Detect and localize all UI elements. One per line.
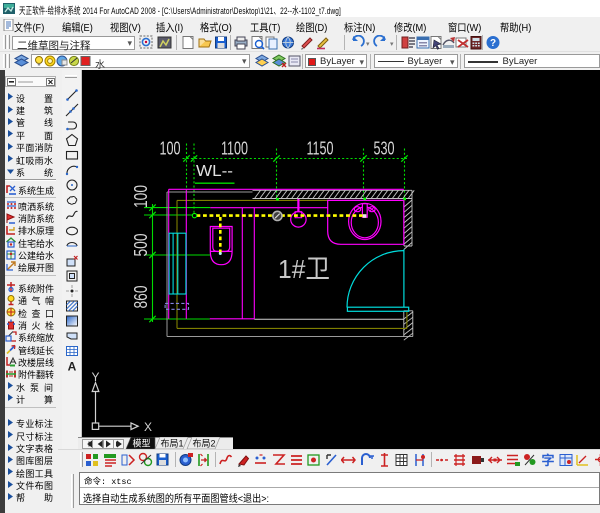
- svg-text:1#卫: 1#卫: [278, 254, 330, 284]
- svg-text:?: ?: [490, 38, 496, 49]
- svg-text:字: 字: [541, 453, 554, 468]
- svg-text:WL--: WL--: [196, 163, 233, 180]
- svg-text:A: A: [68, 359, 77, 373]
- svg-text:布局2: 布局2: [192, 438, 215, 449]
- svg-text:100: 100: [131, 185, 151, 208]
- svg-text:1150: 1150: [306, 139, 333, 159]
- svg-text:X: X: [144, 420, 152, 434]
- svg-text:530: 530: [373, 139, 394, 159]
- svg-text:布局1: 布局1: [160, 438, 183, 449]
- svg-text:860: 860: [131, 286, 151, 309]
- svg-text:模型: 模型: [132, 439, 150, 449]
- svg-text:Y: Y: [91, 370, 99, 384]
- svg-text:1100: 1100: [221, 139, 248, 159]
- svg-text:100: 100: [159, 139, 180, 159]
- svg-text:500: 500: [131, 234, 151, 257]
